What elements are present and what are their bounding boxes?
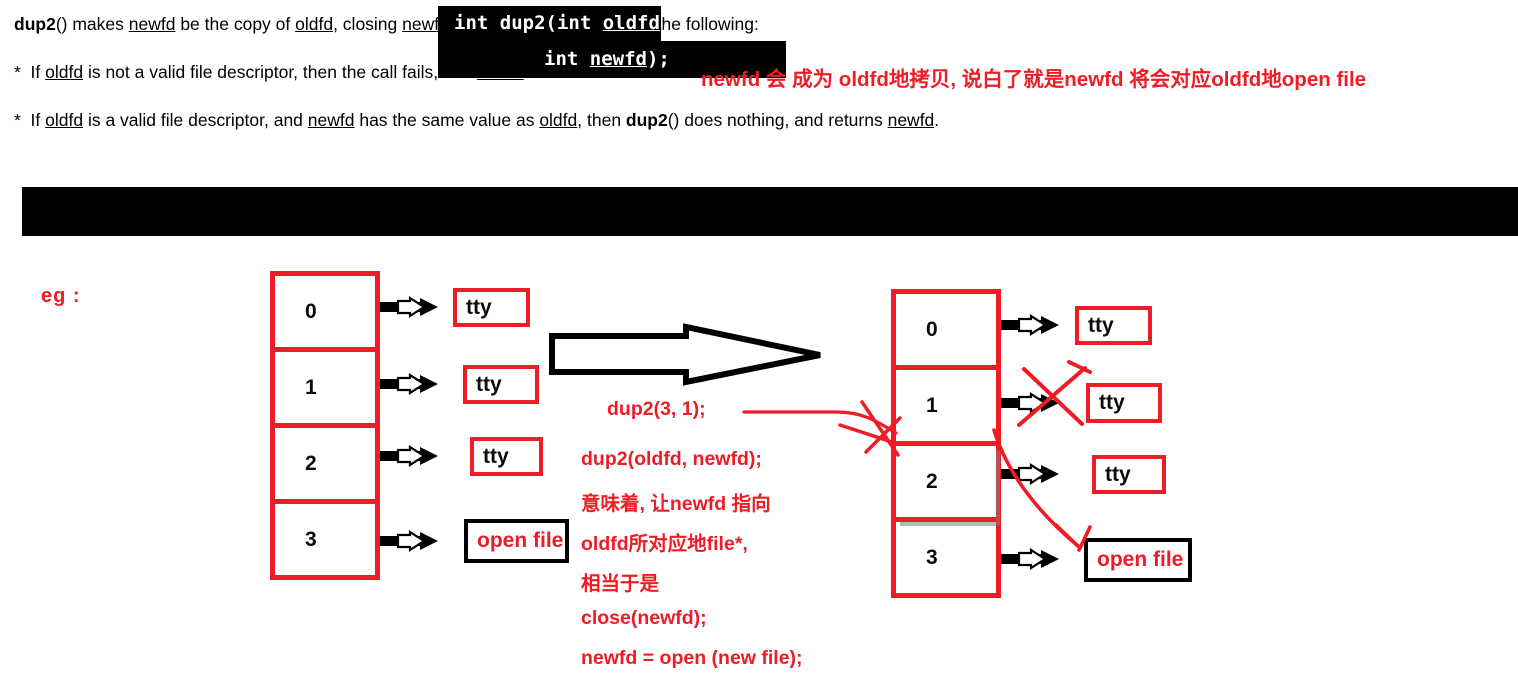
target-label: tty [1088,313,1114,337]
leader-line-dup2-call [742,410,898,435]
function-signature-line-1: int dup2(int oldfd, [438,6,671,41]
link-arrow-left-1 [378,373,440,395]
link-arrow-right-1 [999,392,1061,414]
fd-number: 2 [305,451,317,475]
annotation-line-3: 相当于是 [581,573,660,595]
param-oldfd: oldfd [602,12,660,34]
fd-number: 3 [926,545,938,569]
link-arrow-left-0 [378,296,440,318]
fd-row-0: 0 [896,294,996,370]
annotation-line-1: 意味着, 让newfd 指向 [581,493,771,515]
link-arrow-right-2 [999,463,1061,485]
fd-table-before: 0 1 2 3 [270,271,380,580]
fd-number: 3 [305,527,317,551]
fd-row-3: 3 [275,504,375,575]
annotation-line-0: dup2(oldfd, newfd); [581,448,762,470]
target-label: tty [1099,391,1125,414]
fd-number: 0 [926,317,938,341]
target-label: tty [476,372,502,396]
fd-number: 1 [305,375,317,399]
target-box-openfile-left: open file [464,519,569,563]
fd-row-1: 1 [275,352,375,428]
fd-number: 1 [926,393,938,417]
manpage-line-3: * If oldfd is a valid file descriptor, a… [14,110,940,130]
target-label: tty [483,444,509,468]
big-transition-arrow [549,323,821,386]
fd-row-2: 2 [275,428,375,504]
target-box-tty-right-0: tty [1075,306,1152,345]
param-newfd: newfd [589,48,647,70]
link-arrow-right-3 [999,548,1061,570]
annotation-call: dup2(3, 1); [607,398,706,420]
target-box-tty-right-2: tty [1092,455,1166,494]
annotation-line-4: close(newfd); [581,607,707,629]
redirect-curve-fd1-to-openfile [992,428,1092,552]
target-box-openfile-right: open file [1084,538,1192,582]
link-arrow-right-0 [999,314,1061,336]
target-box-tty-right-1: tty [1086,383,1162,423]
target-box-tty-left-1: tty [463,365,539,404]
target-label: tty [466,295,492,319]
manpage-extension-background [22,187,1518,236]
link-arrow-left-2 [378,445,440,467]
fd-row-1: 1 [896,370,996,446]
annotation-line-2: oldfd所对应地file*, [581,533,748,555]
eg-label: eg : [41,285,81,307]
target-label: tty [1105,462,1131,486]
link-arrow-left-3 [378,530,440,552]
target-label: open file [1097,548,1184,571]
fd-number: 2 [926,469,938,493]
target-label: open file [477,529,564,552]
target-box-tty-left-0: tty [453,288,530,327]
fd-row-2: 2 [896,446,996,522]
fd-row-3: 3 [896,522,996,593]
cross-out-mark-fd1 [1017,360,1092,427]
fd-table-after: 0 1 2 3 [891,289,1001,598]
top-annotation-note: newfd 会 成为 oldfd地拷贝, 说白了就是newfd 将会对应oldf… [701,68,1367,91]
fd-number: 0 [305,299,317,323]
target-box-tty-left-2: tty [470,437,543,476]
fd-row-0: 0 [275,276,375,352]
annotation-line-5: newfd = open (new file); [581,647,803,669]
